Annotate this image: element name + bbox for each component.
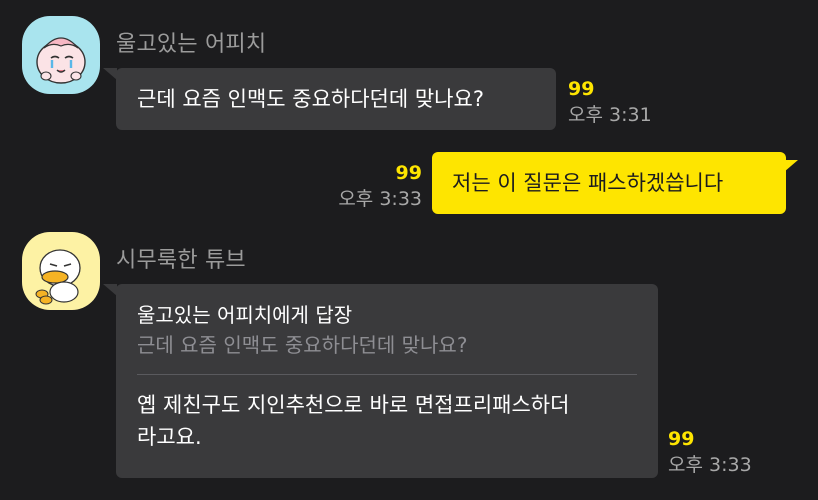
my-message-bubble[interactable]: 저는 이 질문은 패스하겠씁니다 (432, 152, 786, 214)
reply-message-bubble[interactable]: 울고있는 어피치에게 답장 근데 요즘 인맥도 중요하다던데 맞나요? 옙 제친… (116, 284, 658, 478)
unread-count: 99 (668, 428, 695, 450)
sender-name: 시무룩한 튜브 (116, 248, 246, 273)
timestamp: 오후 3:31 (568, 104, 652, 126)
message-text: 근데 요즘 인맥도 중요하다던데 맞나요? (137, 87, 484, 111)
chat-room: 울고있는 어피치 근데 요즘 인맥도 중요하다던데 맞나요? 99 오후 3:3… (0, 0, 818, 500)
unread-count: 99 (395, 162, 422, 184)
avatar-apeach-icon[interactable] (22, 16, 100, 94)
unread-count: 99 (568, 78, 595, 100)
bubble-tail (103, 284, 117, 296)
message-text-line: 라고요. (137, 425, 202, 449)
reply-target: 울고있는 어피치에게 답장 (137, 303, 353, 327)
message-text-line: 옙 제친구도 지인추천으로 바로 면접프리패스하더 (137, 393, 570, 417)
reply-divider (137, 374, 637, 375)
message-bubble[interactable]: 근데 요즘 인맥도 중요하다던데 맞나요? (116, 68, 556, 130)
sender-name: 울고있는 어피치 (116, 32, 267, 57)
timestamp: 오후 3:33 (338, 188, 422, 210)
message-text: 옙 제친구도 지인추천으로 바로 면접프리패스하더 라고요. (137, 389, 637, 453)
quoted-message[interactable]: 근데 요즘 인맥도 중요하다던데 맞나요? (137, 330, 637, 360)
avatar-tube-icon[interactable] (22, 232, 100, 310)
message-meta: 99 오후 3:33 (668, 426, 752, 478)
timestamp: 오후 3:33 (668, 454, 752, 476)
message-meta: 99 오후 3:33 (300, 160, 422, 212)
bubble-tail (103, 68, 117, 80)
message-meta: 99 오후 3:31 (568, 76, 652, 128)
bubble-tail (784, 160, 798, 172)
message-text: 저는 이 질문은 패스하겠씁니다 (452, 171, 724, 195)
